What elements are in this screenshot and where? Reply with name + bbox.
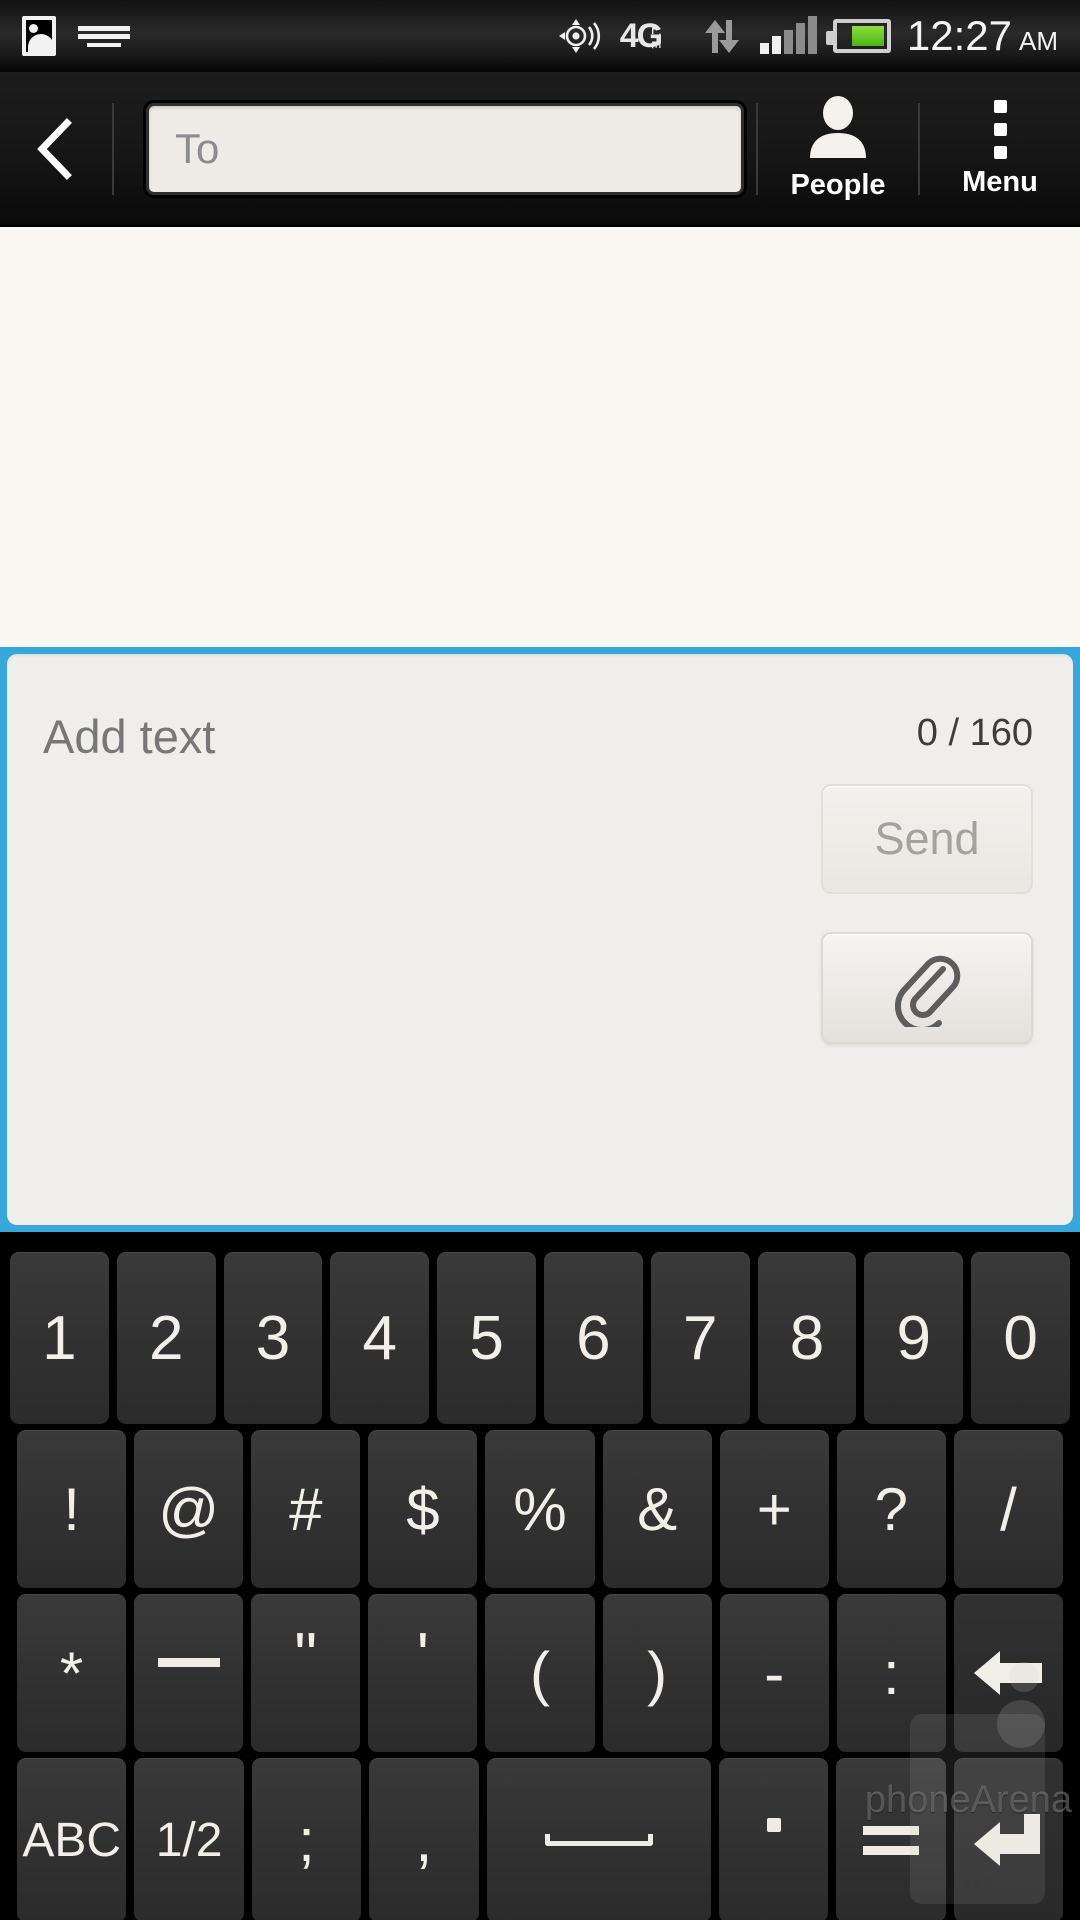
- backspace-arrow-icon: [974, 1651, 1043, 1695]
- clock-ampm: AM: [1019, 26, 1058, 56]
- key-underscore[interactable]: [134, 1594, 244, 1752]
- network-sub-label: LTE: [649, 27, 664, 49]
- key-asterisk[interactable]: *: [17, 1594, 127, 1752]
- grip-lines-icon: [961, 1879, 994, 1892]
- key-dollar[interactable]: $: [368, 1430, 478, 1588]
- key-percent[interactable]: %: [485, 1430, 595, 1588]
- overflow-dots-icon: [993, 98, 1007, 160]
- compose-placeholder: Add text: [43, 710, 216, 763]
- paperclip-icon: [894, 955, 961, 1027]
- key-hash[interactable]: #: [251, 1430, 361, 1588]
- back-chevron-icon: [37, 117, 72, 180]
- photo-icon: [22, 16, 56, 56]
- key-7[interactable]: 7: [650, 1252, 750, 1424]
- compose-panel: Add text 0 / 160 Send: [0, 647, 1080, 1232]
- key-exclamation[interactable]: !: [17, 1430, 127, 1588]
- key-0[interactable]: 0: [971, 1252, 1070, 1424]
- key-abc[interactable]: ABC: [17, 1758, 127, 1920]
- key-4[interactable]: 4: [330, 1252, 430, 1424]
- key-question[interactable]: ?: [836, 1430, 946, 1588]
- key-ampersand[interactable]: &: [602, 1430, 712, 1588]
- menu-label: Menu: [962, 166, 1038, 198]
- key-1[interactable]: 1: [10, 1252, 109, 1424]
- send-label: Send: [874, 813, 980, 864]
- data-transfer-icon: [702, 19, 744, 53]
- compose-text-input[interactable]: Add text 0 / 160 Send: [7, 654, 1073, 1225]
- key-9[interactable]: 9: [864, 1252, 964, 1424]
- key-doublequote[interactable]: ": [251, 1594, 361, 1752]
- status-bar-right-icons: 4G LTE 12:27 AM: [556, 12, 1080, 60]
- key-3[interactable]: 3: [223, 1252, 323, 1424]
- key-at[interactable]: @: [134, 1430, 244, 1588]
- gps-icon: [556, 14, 604, 58]
- status-bar-left-icons: [0, 16, 130, 56]
- key-equals[interactable]: [836, 1758, 946, 1920]
- people-label: People: [790, 168, 886, 201]
- message-thread-area: [0, 227, 1080, 647]
- key-hyphen[interactable]: -: [719, 1594, 829, 1752]
- to-input[interactable]: To: [146, 102, 744, 195]
- key-2[interactable]: 2: [116, 1252, 216, 1424]
- on-screen-keyboard: 1 2 3 4 5 6 7 8 9 0 ! @ # $ % & + ? / *: [0, 1232, 1080, 1920]
- battery-icon: [825, 19, 891, 53]
- key-open-paren[interactable]: (: [485, 1594, 595, 1752]
- keyboard-icon: [78, 21, 130, 51]
- keyboard-row-2: ! @ # $ % & + ? /: [0, 1430, 1080, 1588]
- spacebar-icon: [544, 1834, 653, 1846]
- people-button[interactable]: People: [758, 71, 918, 226]
- network-type-icon: 4G LTE: [620, 19, 684, 53]
- character-counter: 0 / 160: [916, 712, 1033, 754]
- phone-screen: 4G LTE 12:27 AM To People Menu Add text …: [0, 0, 1080, 1920]
- key-slash[interactable]: /: [953, 1430, 1063, 1588]
- key-semicolon[interactable]: ;: [251, 1758, 362, 1920]
- keyboard-row-4: ABC 1/2 ; ,: [0, 1662, 1080, 1920]
- key-8[interactable]: 8: [757, 1252, 857, 1424]
- key-apostrophe[interactable]: ': [368, 1594, 478, 1752]
- recipient-field-wrapper: To: [114, 102, 756, 195]
- period-glyph: [766, 1818, 781, 1832]
- key-backspace[interactable]: [953, 1594, 1063, 1752]
- keyboard-row-1: 1 2 3 4 5 6 7 8 9 0: [0, 1252, 1080, 1424]
- key-5[interactable]: 5: [437, 1252, 536, 1424]
- key-space[interactable]: [486, 1758, 711, 1920]
- key-colon[interactable]: :: [836, 1594, 946, 1752]
- attach-button[interactable]: [821, 932, 1033, 1044]
- key-enter[interactable]: [909, 1662, 1063, 1920]
- clock-time: 12:27: [906, 12, 1012, 59]
- equals-glyph: [862, 1825, 919, 1855]
- to-placeholder: To: [175, 124, 220, 172]
- key-plus[interactable]: +: [719, 1430, 829, 1588]
- underscore-glyph: [157, 1657, 220, 1667]
- key-close-paren[interactable]: ): [602, 1594, 712, 1752]
- keyboard-row-3: * " ' ( ) - :: [0, 1594, 1080, 1752]
- status-bar: 4G LTE 12:27 AM: [0, 0, 1080, 72]
- signal-bars-icon: [759, 16, 817, 54]
- person-icon: [808, 95, 868, 163]
- menu-button[interactable]: Menu: [920, 71, 1080, 226]
- action-bar: To People Menu: [0, 72, 1080, 227]
- status-bar-clock: 12:27 AM: [907, 12, 1062, 60]
- send-button[interactable]: Send: [821, 784, 1033, 894]
- back-button[interactable]: [0, 71, 112, 226]
- enter-return-icon: [974, 1814, 1041, 1866]
- key-6[interactable]: 6: [543, 1252, 643, 1424]
- key-comma[interactable]: ,: [369, 1758, 479, 1920]
- key-period[interactable]: [718, 1758, 829, 1920]
- key-page-toggle[interactable]: 1/2: [134, 1758, 244, 1920]
